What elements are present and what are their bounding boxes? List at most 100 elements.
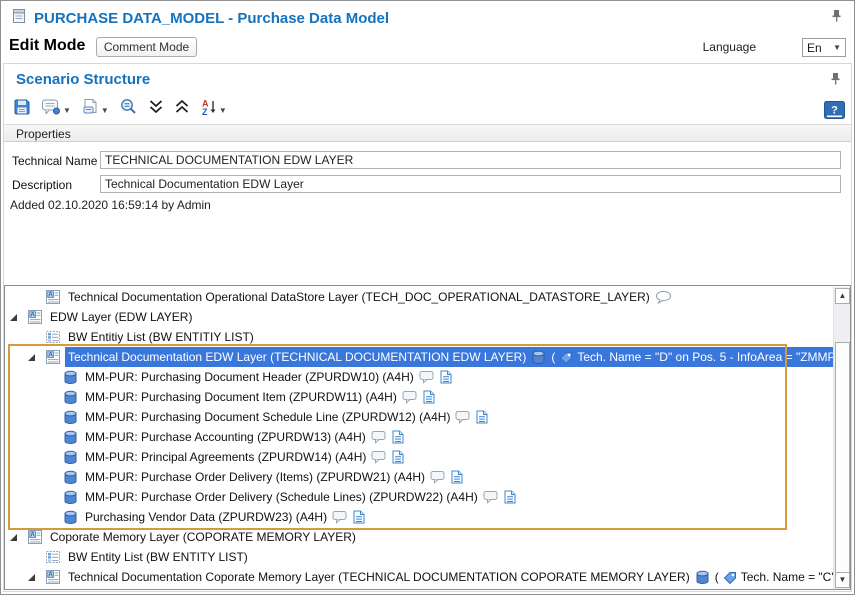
tree-item-content: MM-PUR: Purchase Order Delivery (Schedul… xyxy=(82,487,519,507)
tree-item-content: Technical Documentation Coporate Memory … xyxy=(65,567,833,587)
tree-item[interactable]: ACoporate Memory Layer (COPORATE MEMORY … xyxy=(5,527,833,547)
expand-triangle-icon[interactable] xyxy=(27,353,45,362)
tree-item[interactable]: MM-PUR: Purchasing Document Header (ZPUR… xyxy=(5,367,833,387)
expand-triangle-icon[interactable] xyxy=(9,533,27,542)
tree-item-label: EDW Layer (EDW LAYER) xyxy=(50,310,192,324)
cube-icon xyxy=(63,470,78,485)
tree-item[interactable]: MM-PUR: Purchase Order Delivery (Items) … xyxy=(5,467,833,487)
mode-bar: Edit Mode Comment Mode Language En ▼ xyxy=(1,35,854,61)
tree-item-content: BW Entity List (BW ENTITY LIST) xyxy=(65,547,251,567)
document-icon[interactable] xyxy=(440,370,452,384)
entity-list-icon xyxy=(45,329,61,345)
document-icon[interactable] xyxy=(392,430,404,444)
tree-item[interactable]: A Technical Documentation EDW Layer (TECH… xyxy=(5,347,833,367)
tree-item[interactable]: A EDW Layer (EDW LAYER) xyxy=(5,307,833,327)
layer-icon: A xyxy=(45,349,61,365)
tree-item[interactable]: BW Entity List (BW ENTITY LIST) xyxy=(5,547,833,567)
vertical-scrollbar[interactable]: ▲ ▼ xyxy=(833,287,850,589)
bubble-icon[interactable] xyxy=(419,370,435,384)
chevron-down-icon[interactable]: ▼ xyxy=(101,104,109,115)
toolbar-button-sort[interactable]: AZ▼ xyxy=(197,96,230,123)
entity-list-icon xyxy=(45,549,61,565)
tree-item[interactable]: A Technical Documentation Coporate Memory… xyxy=(5,567,833,587)
chevron-down-icon[interactable]: ▼ xyxy=(63,104,71,115)
properties-tab-bar: Properties xyxy=(4,124,851,142)
tree-item-label: MM-PUR: Purchase Order Delivery (Items) … xyxy=(85,470,425,484)
expand-triangle-icon[interactable] xyxy=(27,573,45,582)
comment-mode-button[interactable]: Comment Mode xyxy=(96,37,197,57)
tree-item-content: MM-PUR: Purchasing Document Item (ZPURDW… xyxy=(82,387,438,407)
toolbar-button-comments[interactable]: ▼ xyxy=(38,96,74,123)
tree-item[interactable]: MM-PUR: Purchasing Document Item (ZPURDW… xyxy=(5,387,833,407)
tree: A Technical Documentation Operational Dat… xyxy=(5,287,833,589)
scroll-up-icon[interactable]: ▲ xyxy=(835,288,850,304)
bubble-icon[interactable] xyxy=(455,410,471,424)
tree-item[interactable]: MM-PUR: Purchase Accounting (ZPURDW13) (… xyxy=(5,427,833,447)
scrollbar-thumb[interactable] xyxy=(835,342,850,574)
tree-item[interactable]: Purchasing Vendor Data (ZPURDW23) (A4H) xyxy=(5,507,833,527)
cube-icon xyxy=(63,410,78,425)
tree-item-label: Technical Documentation EDW Layer (TECHN… xyxy=(68,350,526,364)
model-window-icon xyxy=(11,8,27,29)
document-icon[interactable] xyxy=(353,510,365,524)
sort-az-icon: AZ xyxy=(200,98,217,121)
pin-icon[interactable] xyxy=(830,72,842,86)
tree-item-label: BW Entity List (BW ENTITY LIST) xyxy=(68,550,248,564)
toolbar-button-search[interactable] xyxy=(116,96,141,123)
tree-item[interactable]: A Technical Documentation Operational Dat… xyxy=(5,287,833,307)
bubble-icon[interactable] xyxy=(430,470,446,484)
toolbar-button-expand-all[interactable] xyxy=(145,97,167,122)
document-icon[interactable] xyxy=(476,410,488,424)
tree-item-content: CM MM-PUR: Purchase Data Header (SLS_OO_… xyxy=(82,587,529,589)
language-select[interactable]: En ▼ xyxy=(802,38,846,57)
scroll-down-icon[interactable]: ▼ xyxy=(835,572,850,588)
bubble-icon[interactable] xyxy=(402,390,418,404)
tab-properties[interactable]: Properties xyxy=(16,127,71,141)
description-label: Description xyxy=(12,178,72,192)
bubble-icon[interactable] xyxy=(371,450,387,464)
tree-item-label: Technical Documentation Operational Data… xyxy=(68,290,650,304)
help-icon[interactable]: ? xyxy=(824,101,845,120)
cube-icon xyxy=(63,490,78,505)
comment-bubble-icon xyxy=(41,98,61,121)
pin-icon[interactable] xyxy=(831,9,843,23)
svg-text:A: A xyxy=(48,572,53,579)
layer-icon: A xyxy=(45,569,61,585)
chevron-down-icon[interactable]: ▼ xyxy=(219,104,227,115)
layer-icon: A xyxy=(45,289,61,305)
bubble-outline-icon[interactable] xyxy=(655,290,672,304)
document-icon[interactable] xyxy=(392,450,404,464)
tree-item[interactable]: CM MM-PUR: Purchase Data Header (SLS_OO_… xyxy=(5,587,833,589)
technical-name-input[interactable] xyxy=(100,151,841,169)
tree-item[interactable]: MM-PUR: Purchasing Document Schedule Lin… xyxy=(5,407,833,427)
transformation-rule: (Tech. Name = "C" on Pos. 5 - InfoArea xyxy=(715,570,833,584)
tree-item[interactable]: MM-PUR: Purchase Order Delivery (Schedul… xyxy=(5,487,833,507)
rule-open-paren: ( xyxy=(551,350,555,364)
edit-mode-label: Edit Mode xyxy=(9,37,85,55)
toolbar-button-save[interactable] xyxy=(10,96,34,123)
document-comment-icon xyxy=(81,98,99,121)
document-icon[interactable] xyxy=(423,390,435,404)
svg-text:A: A xyxy=(48,292,53,299)
technical-name-label: Technical Name xyxy=(12,154,97,168)
tree-item-content: EDW Layer (EDW LAYER) xyxy=(47,307,195,327)
cube-icon xyxy=(63,390,78,405)
toolbar-button-collapse-all[interactable] xyxy=(171,97,193,122)
svg-text:A: A xyxy=(30,312,35,319)
tree-item[interactable]: BW Entitiy List (BW ENTITIY LIST) xyxy=(5,327,833,347)
document-icon[interactable] xyxy=(451,470,463,484)
tree-item-content: BW Entitiy List (BW ENTITIY LIST) xyxy=(65,327,257,347)
bubble-icon[interactable] xyxy=(483,490,499,504)
bubble-icon[interactable] xyxy=(332,510,348,524)
bubble-icon[interactable] xyxy=(371,430,387,444)
tree-item-content: Purchasing Vendor Data (ZPURDW23) (A4H) xyxy=(82,507,368,527)
toolbar-button-copy-node[interactable]: ▼ xyxy=(78,96,112,123)
save-icon xyxy=(13,98,31,121)
tree-item[interactable]: MM-PUR: Principal Agreements (ZPURDW14) … xyxy=(5,447,833,467)
tree-item-content: MM-PUR: Purchase Order Delivery (Items) … xyxy=(82,467,466,487)
expand-triangle-icon[interactable] xyxy=(9,313,27,322)
description-input[interactable] xyxy=(100,175,841,193)
document-icon[interactable] xyxy=(504,490,516,504)
tree-item-label: MM-PUR: Principal Agreements (ZPURDW14) … xyxy=(85,450,366,464)
tree-item-label: Purchasing Vendor Data (ZPURDW23) (A4H) xyxy=(85,510,327,524)
